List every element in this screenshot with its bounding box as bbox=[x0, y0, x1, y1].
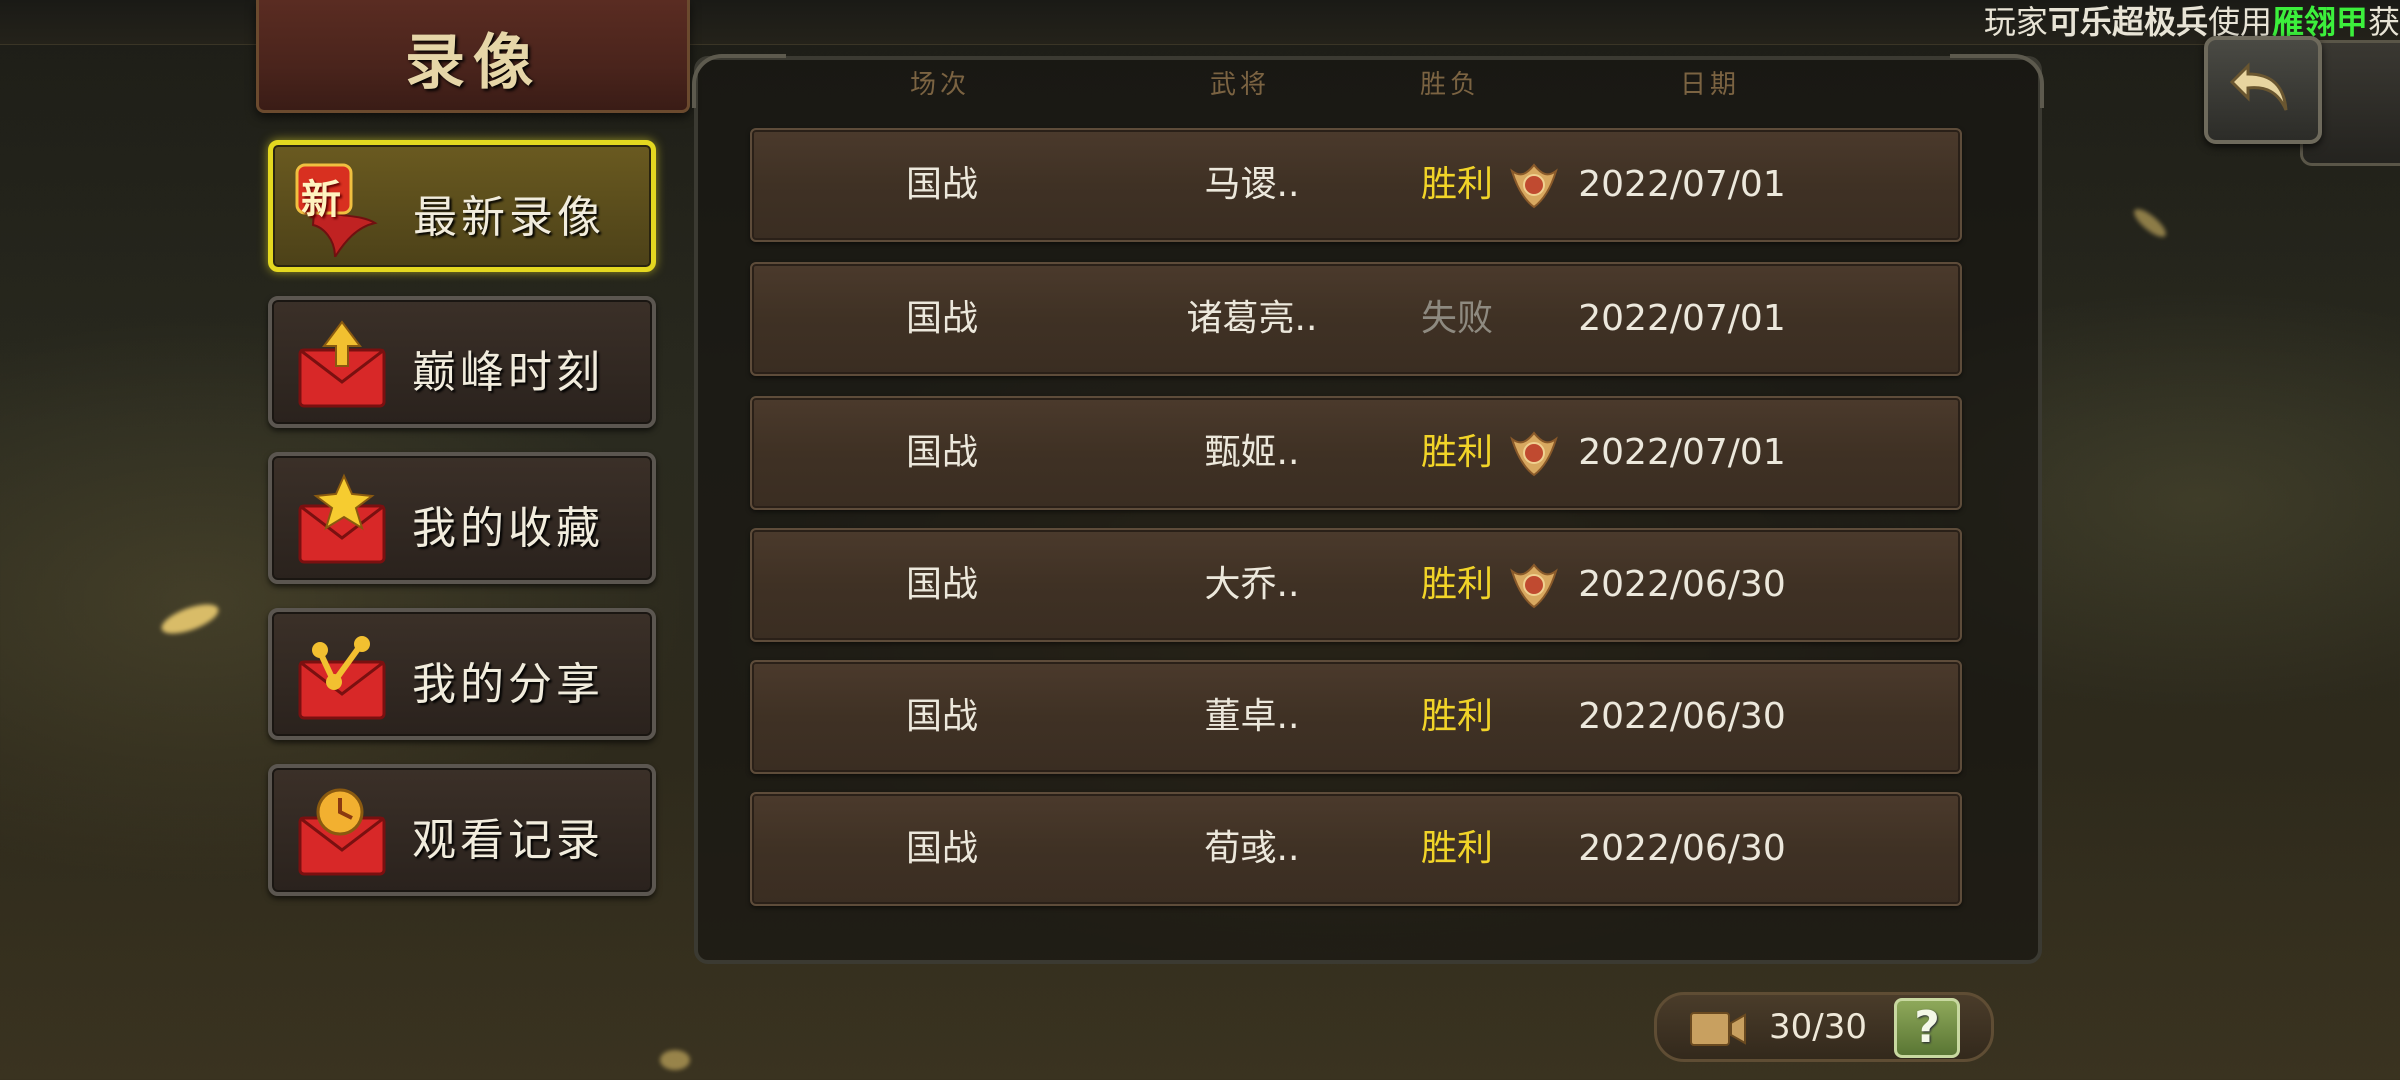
general-name: 大乔.. bbox=[1204, 564, 1300, 605]
match-date: 2022/06/30 bbox=[1578, 828, 1786, 869]
result-text: 胜利 bbox=[1420, 828, 1493, 869]
panel-corner-ornament bbox=[1950, 54, 2044, 108]
replay-row[interactable]: 国战 董卓.. 胜利 2022/06/30 bbox=[750, 660, 1962, 774]
result-text: 胜利 bbox=[1420, 696, 1493, 737]
general-name: 甄姬.. bbox=[1204, 432, 1300, 473]
marquee-text: 玩家 bbox=[1983, 3, 2048, 41]
match-date: 2022/06/30 bbox=[1578, 564, 1786, 605]
match-type: 国战 bbox=[905, 564, 978, 605]
result-text: 胜利 bbox=[1420, 164, 1493, 205]
ember-decoration bbox=[660, 1050, 690, 1070]
title-plaque: 录像 bbox=[256, 0, 690, 113]
result-text: 胜利 bbox=[1420, 432, 1493, 473]
page-title: 录像 bbox=[405, 28, 541, 98]
back-arrow-icon bbox=[2229, 62, 2288, 111]
envelope-clock-icon bbox=[298, 788, 386, 876]
match-type: 国战 bbox=[905, 432, 978, 473]
sidebar-item-latest-replays[interactable]: 新 最新录像 bbox=[268, 140, 656, 272]
general-name: 董卓.. bbox=[1204, 696, 1300, 737]
result-text: 胜利 bbox=[1420, 564, 1493, 605]
ember-decoration bbox=[158, 598, 222, 640]
match-date: 2022/07/01 bbox=[1578, 298, 1786, 339]
match-type: 国战 bbox=[905, 164, 978, 205]
result-text: 失败 bbox=[1420, 298, 1493, 339]
sidebar-item-my-favorites[interactable]: 我的收藏 bbox=[268, 452, 656, 584]
video-camera-icon bbox=[1690, 1012, 1746, 1046]
sidebar-item-label: 我的分享 bbox=[412, 659, 604, 710]
envelope-arrow-icon bbox=[298, 320, 386, 408]
envelope-star-icon bbox=[298, 473, 386, 564]
envelope-share-icon bbox=[298, 636, 386, 720]
match-type: 国战 bbox=[905, 298, 978, 339]
column-header-general: 武将 bbox=[1209, 70, 1270, 100]
column-header-date: 日期 bbox=[1679, 70, 1740, 100]
sidebar-item-label: 我的收藏 bbox=[412, 503, 604, 554]
help-button[interactable]: ? bbox=[1894, 998, 1960, 1058]
replay-row[interactable]: 国战 甄姬.. 胜利 2022/07/01 bbox=[750, 396, 1962, 510]
match-date: 2022/06/30 bbox=[1578, 696, 1786, 737]
match-date: 2022/07/01 bbox=[1578, 164, 1786, 205]
sidebar-item-my-shares[interactable]: 我的分享 bbox=[268, 608, 656, 740]
replay-row[interactable]: 国战 大乔.. 胜利 2022/06/30 bbox=[750, 528, 1962, 642]
general-name: 荀彧.. bbox=[1204, 828, 1300, 869]
panel-corner-ornament bbox=[692, 54, 786, 108]
sidebar-item-label: 巅峰时刻 bbox=[412, 347, 604, 398]
broadcast-marquee: 玩家可乐超极兵使用雁翎甲获 bbox=[1984, 0, 2400, 44]
sidebar-item-label: 最新录像 bbox=[413, 192, 605, 243]
match-type: 国战 bbox=[905, 828, 978, 869]
replay-row[interactable]: 国战 马谡.. 胜利 2022/07/01 bbox=[750, 128, 1962, 242]
column-header-result: 胜负 bbox=[1419, 70, 1480, 100]
column-header-match: 场次 bbox=[909, 70, 970, 100]
new-badge: 新 bbox=[301, 176, 341, 223]
sidebar-item-watch-history[interactable]: 观看记录 bbox=[268, 764, 656, 896]
match-type: 国战 bbox=[905, 696, 978, 737]
replay-count: 30/30 bbox=[1769, 1007, 1867, 1047]
back-button[interactable] bbox=[2204, 36, 2322, 144]
marquee-text: 获 bbox=[2367, 3, 2400, 41]
general-name: 马谡.. bbox=[1204, 164, 1300, 205]
sidebar-item-label: 观看记录 bbox=[412, 815, 604, 866]
marquee-player: 可乐超极兵 bbox=[2047, 3, 2208, 41]
ember-decoration bbox=[2130, 204, 2170, 242]
sidebar-item-peak-moments[interactable]: 巅峰时刻 bbox=[268, 296, 656, 428]
match-date: 2022/07/01 bbox=[1578, 432, 1786, 473]
replay-row[interactable]: 国战 荀彧.. 胜利 2022/06/30 bbox=[750, 792, 1962, 906]
replay-row[interactable]: 国战 诸葛亮.. 失败 2022/07/01 bbox=[750, 262, 1962, 376]
general-name: 诸葛亮.. bbox=[1186, 298, 1318, 339]
